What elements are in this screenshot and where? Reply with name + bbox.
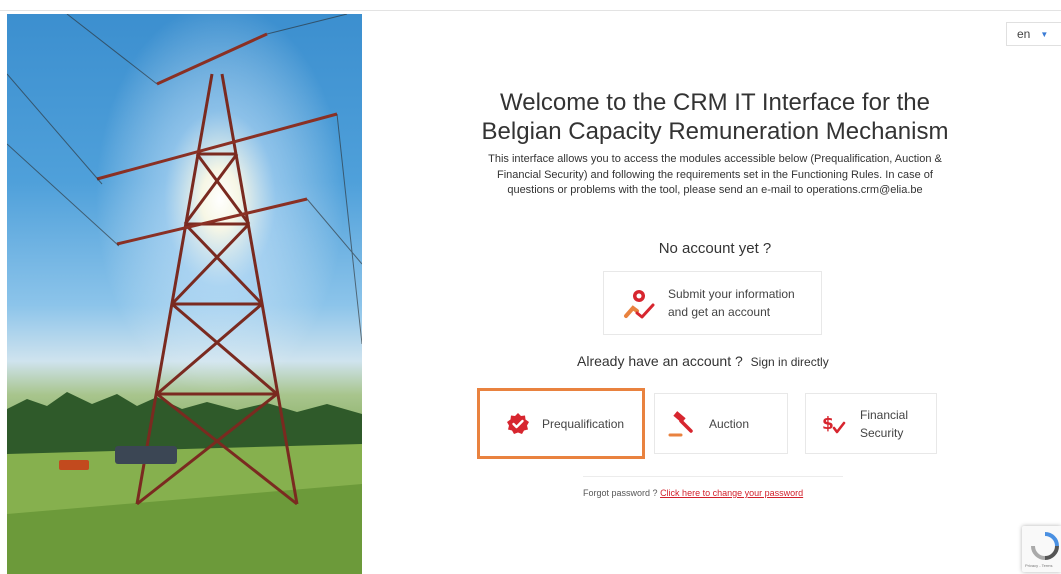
chevron-down-icon: ▼ [1040, 29, 1049, 39]
badge-check-icon [507, 412, 529, 434]
intro-line-3: questions or problems with the tool, ple… [507, 184, 923, 196]
top-divider [0, 10, 1061, 11]
register-line-1: Submit your information [668, 287, 795, 301]
recaptcha-icon [1031, 532, 1059, 560]
register-label: Submit your information and get an accou… [668, 285, 795, 321]
intro-line-2: Financial Security) and following the re… [497, 168, 933, 181]
forgot-password-row: Forgot password ? Click here to change y… [583, 488, 803, 498]
register-line-2: and get an account [668, 305, 771, 319]
money-check-icon: $ [822, 414, 846, 434]
gavel-icon [668, 410, 693, 436]
recaptcha-text: Privacy - Terms [1025, 563, 1053, 568]
user-check-icon [624, 290, 655, 319]
power-pylon-illustration [7, 14, 362, 574]
page-title: Welcome to the CRM IT Interface for the … [420, 88, 1010, 146]
forgot-password-text: Forgot password ? [583, 488, 658, 498]
sign-in-subtext: Sign in directly [750, 355, 829, 369]
hero-image [7, 14, 362, 574]
financial-line-1: Financial [860, 407, 909, 422]
sign-in-heading: Already have an account ? Sign in direct… [577, 353, 829, 369]
svg-text:$: $ [822, 414, 834, 434]
no-account-heading: No account yet ? [658, 240, 772, 257]
already-account-text: Already have an account ? [577, 353, 743, 369]
intro-line-1: This interface allows you to access the … [488, 153, 942, 165]
financial-line-2: Security [860, 425, 904, 440]
prequalification-label: Prequalification [542, 416, 625, 431]
auction-button[interactable]: Auction [654, 393, 788, 454]
divider [583, 476, 843, 477]
financial-security-button[interactable]: $ Financial Security [805, 393, 937, 454]
language-select[interactable]: en ▼ [1006, 22, 1061, 46]
financial-security-label: Financial Security [860, 406, 908, 442]
prequalification-button[interactable]: Prequalification [477, 388, 645, 459]
intro-text: This interface allows you to access the … [450, 152, 980, 199]
recaptcha-badge[interactable]: Privacy - Terms [1022, 526, 1061, 572]
auction-label: Auction [709, 416, 750, 431]
change-password-link[interactable]: Click here to change your password [660, 488, 803, 498]
register-button[interactable]: Submit your information and get an accou… [603, 271, 822, 335]
title-line-1: Welcome to the CRM IT Interface for the [500, 89, 930, 116]
language-value: en [1017, 27, 1031, 41]
title-line-2: Belgian Capacity Remuneration Mechanism [481, 118, 949, 145]
